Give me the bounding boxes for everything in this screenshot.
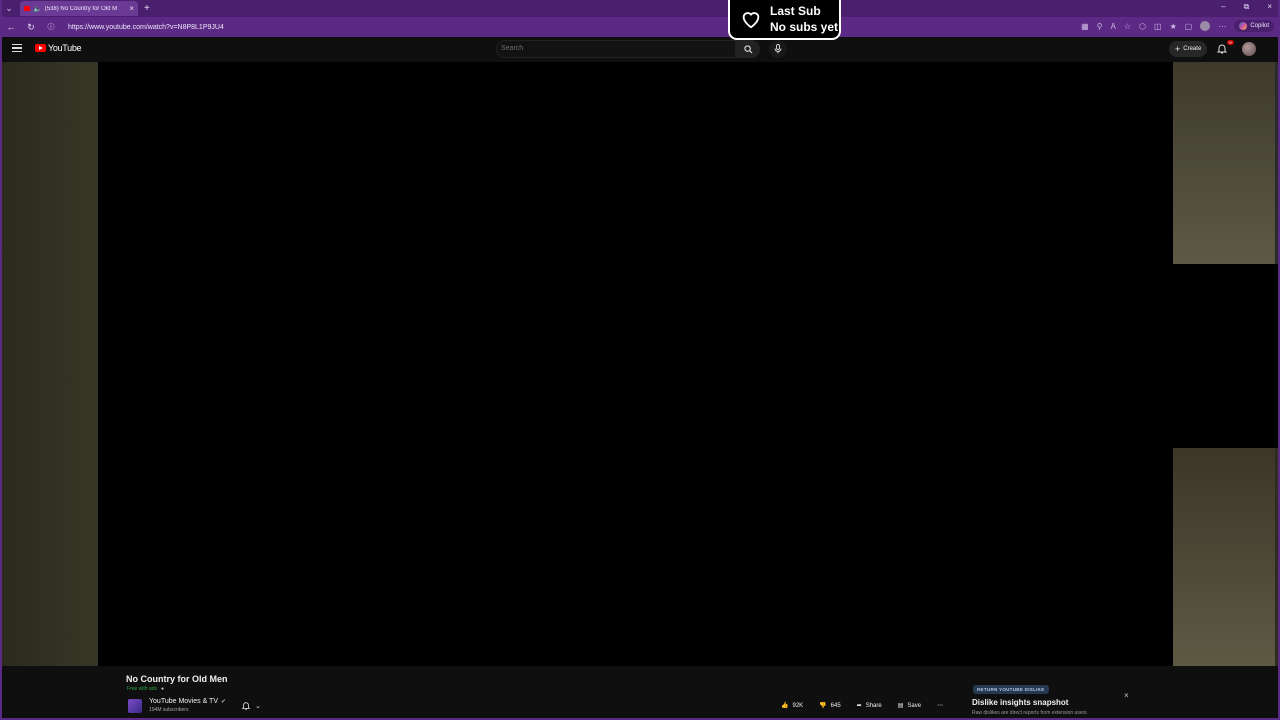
- chevron-down-icon: ⌄: [255, 703, 261, 710]
- notification-badge: 9+: [1227, 40, 1234, 45]
- browser-profile-icon[interactable]: [1200, 21, 1211, 31]
- side-panel-bottom: [1173, 448, 1275, 666]
- more-menu-icon[interactable]: ⋯: [1218, 22, 1226, 31]
- split-screen-icon[interactable]: ◫: [1154, 22, 1162, 31]
- favorites-icon[interactable]: ★: [1170, 22, 1177, 31]
- site-info-icon[interactable]: ⓘ: [46, 22, 56, 32]
- menu-hamburger-icon[interactable]: [12, 44, 22, 54]
- create-label: Create: [1183, 46, 1202, 52]
- save-button[interactable]: ▤ Save: [893, 698, 926, 713]
- subscriber-count: 194M subscribers: [149, 707, 189, 713]
- refresh-icon[interactable]: ↻: [26, 22, 36, 33]
- channel-avatar[interactable]: [128, 699, 142, 713]
- browser-tab-bar: ⌄ 🔈 (538) No Country for Old M × + – ⧉ ×: [0, 0, 1280, 17]
- new-tab-icon[interactable]: +: [144, 3, 150, 14]
- search-icon: [743, 44, 752, 53]
- search-button[interactable]: [736, 40, 760, 58]
- video-actions: 👍 92K 👎 645 ➦ Share ▤ Save ⋯: [776, 698, 948, 713]
- last-sub-text: Last Sub No subs yet: [770, 3, 838, 35]
- last-sub-overlay: Last Sub No subs yet: [728, 0, 841, 40]
- plus-icon: +: [1175, 44, 1181, 54]
- thumbs-down-icon: 👎: [819, 703, 827, 709]
- window-controls: – ⧉ ×: [1221, 2, 1272, 12]
- side-panel-black: [1173, 264, 1280, 448]
- youtube-play-icon: [35, 44, 46, 52]
- tab-title: (538) No Country for Old M: [44, 5, 118, 12]
- subscription-bell-button[interactable]: ⌄: [241, 699, 269, 713]
- notifications-button[interactable]: 9+: [1216, 40, 1234, 56]
- app-available-icon[interactable]: ▦: [1081, 22, 1089, 31]
- dislike-button[interactable]: 👎 645: [814, 698, 846, 713]
- youtube-header: YouTube Search + Create 9+: [0, 37, 1280, 62]
- ryd-subtitle: Raw dislikes are direct reports from ext…: [972, 710, 1087, 716]
- heart-icon: [742, 12, 760, 29]
- bookmark-icon: ▤: [897, 703, 904, 709]
- free-with-ads-text: Free with ads: [127, 686, 158, 692]
- last-sub-label: Last Sub: [770, 4, 821, 18]
- toolbar-icons: ▦ ⚲ A ☆ ⬡ ◫ ★ ▢ ⋯ Copilot: [1081, 20, 1274, 32]
- extension-icon[interactable]: ⬡: [1139, 22, 1146, 31]
- bell-icon: [1216, 44, 1228, 54]
- more-actions-button[interactable]: ⋯: [932, 698, 948, 713]
- channel-name-row[interactable]: YouTube Movies & TV ✔: [149, 698, 226, 705]
- share-button[interactable]: ➦ Share: [852, 698, 887, 713]
- share-label: Share: [865, 702, 882, 709]
- create-button[interactable]: + Create: [1169, 41, 1208, 57]
- bell-outline-icon: [241, 702, 251, 710]
- channel-name[interactable]: YouTube Movies & TV: [149, 698, 218, 705]
- scrollbar[interactable]: [1275, 62, 1278, 264]
- like-count: 92K: [792, 702, 804, 709]
- back-icon[interactable]: ←: [6, 22, 16, 32]
- read-aloud-icon[interactable]: A: [1111, 22, 1116, 31]
- like-button[interactable]: 👍 92K: [776, 698, 808, 713]
- save-label: Save: [907, 702, 922, 709]
- address-bar-row: ← ↻ ⓘ https://www.youtube.com/watch?v=N8…: [0, 17, 1280, 37]
- dislike-count: 645: [830, 702, 841, 709]
- ryd-badge: RETURN YOUTUBE DISLIKE: [973, 685, 1049, 694]
- search-input[interactable]: Search: [496, 40, 736, 58]
- free-with-ads-label: Free with ads ●: [127, 686, 164, 692]
- url-field[interactable]: https://www.youtube.com/watch?v=N8P8L1P9…: [68, 24, 224, 31]
- info-icon[interactable]: ●: [161, 686, 164, 692]
- zoom-icon[interactable]: ⚲: [1097, 22, 1103, 31]
- copilot-icon: [1239, 22, 1248, 30]
- side-panel-top: [1173, 62, 1275, 264]
- copilot-label: Copilot: [1250, 23, 1269, 29]
- minimize-icon[interactable]: –: [1221, 2, 1225, 12]
- restore-icon[interactable]: ⧉: [1244, 2, 1250, 12]
- browser-tab-active[interactable]: 🔈 (538) No Country for Old M ×: [20, 1, 138, 16]
- youtube-logo-text: YouTube: [48, 43, 82, 53]
- video-player[interactable]: [98, 62, 1173, 666]
- avatar[interactable]: [1242, 42, 1256, 56]
- close-tab-icon[interactable]: ×: [129, 4, 134, 13]
- last-sub-value: No subs yet: [770, 20, 839, 34]
- video-title: No Country for Old Men: [126, 674, 228, 684]
- close-icon[interactable]: ×: [1124, 691, 1129, 700]
- return-youtube-dislike-card: RETURN YOUTUBE DISLIKE Dislike insights …: [966, 680, 1136, 718]
- ryd-title: Dislike insights snapshot: [972, 698, 1069, 707]
- verified-check-icon: ✔: [221, 699, 227, 705]
- share-icon: ➦: [856, 703, 862, 709]
- speaker-icon[interactable]: 🔈: [33, 5, 42, 13]
- youtube-favicon-icon: [24, 6, 30, 11]
- copilot-button[interactable]: Copilot: [1234, 20, 1274, 32]
- tab-list-chevron-icon[interactable]: ⌄: [0, 0, 18, 17]
- more-icon: ⋯: [937, 703, 944, 709]
- search-placeholder: Search: [501, 45, 524, 52]
- youtube-logo[interactable]: YouTube: [35, 43, 82, 53]
- close-window-icon[interactable]: ×: [1267, 2, 1272, 12]
- favorite-star-icon[interactable]: ☆: [1124, 22, 1131, 31]
- microphone-icon: [774, 44, 782, 54]
- voice-search-button[interactable]: [769, 40, 787, 58]
- collections-icon[interactable]: ▢: [1185, 22, 1193, 31]
- thumbs-up-icon: 👍: [781, 703, 789, 709]
